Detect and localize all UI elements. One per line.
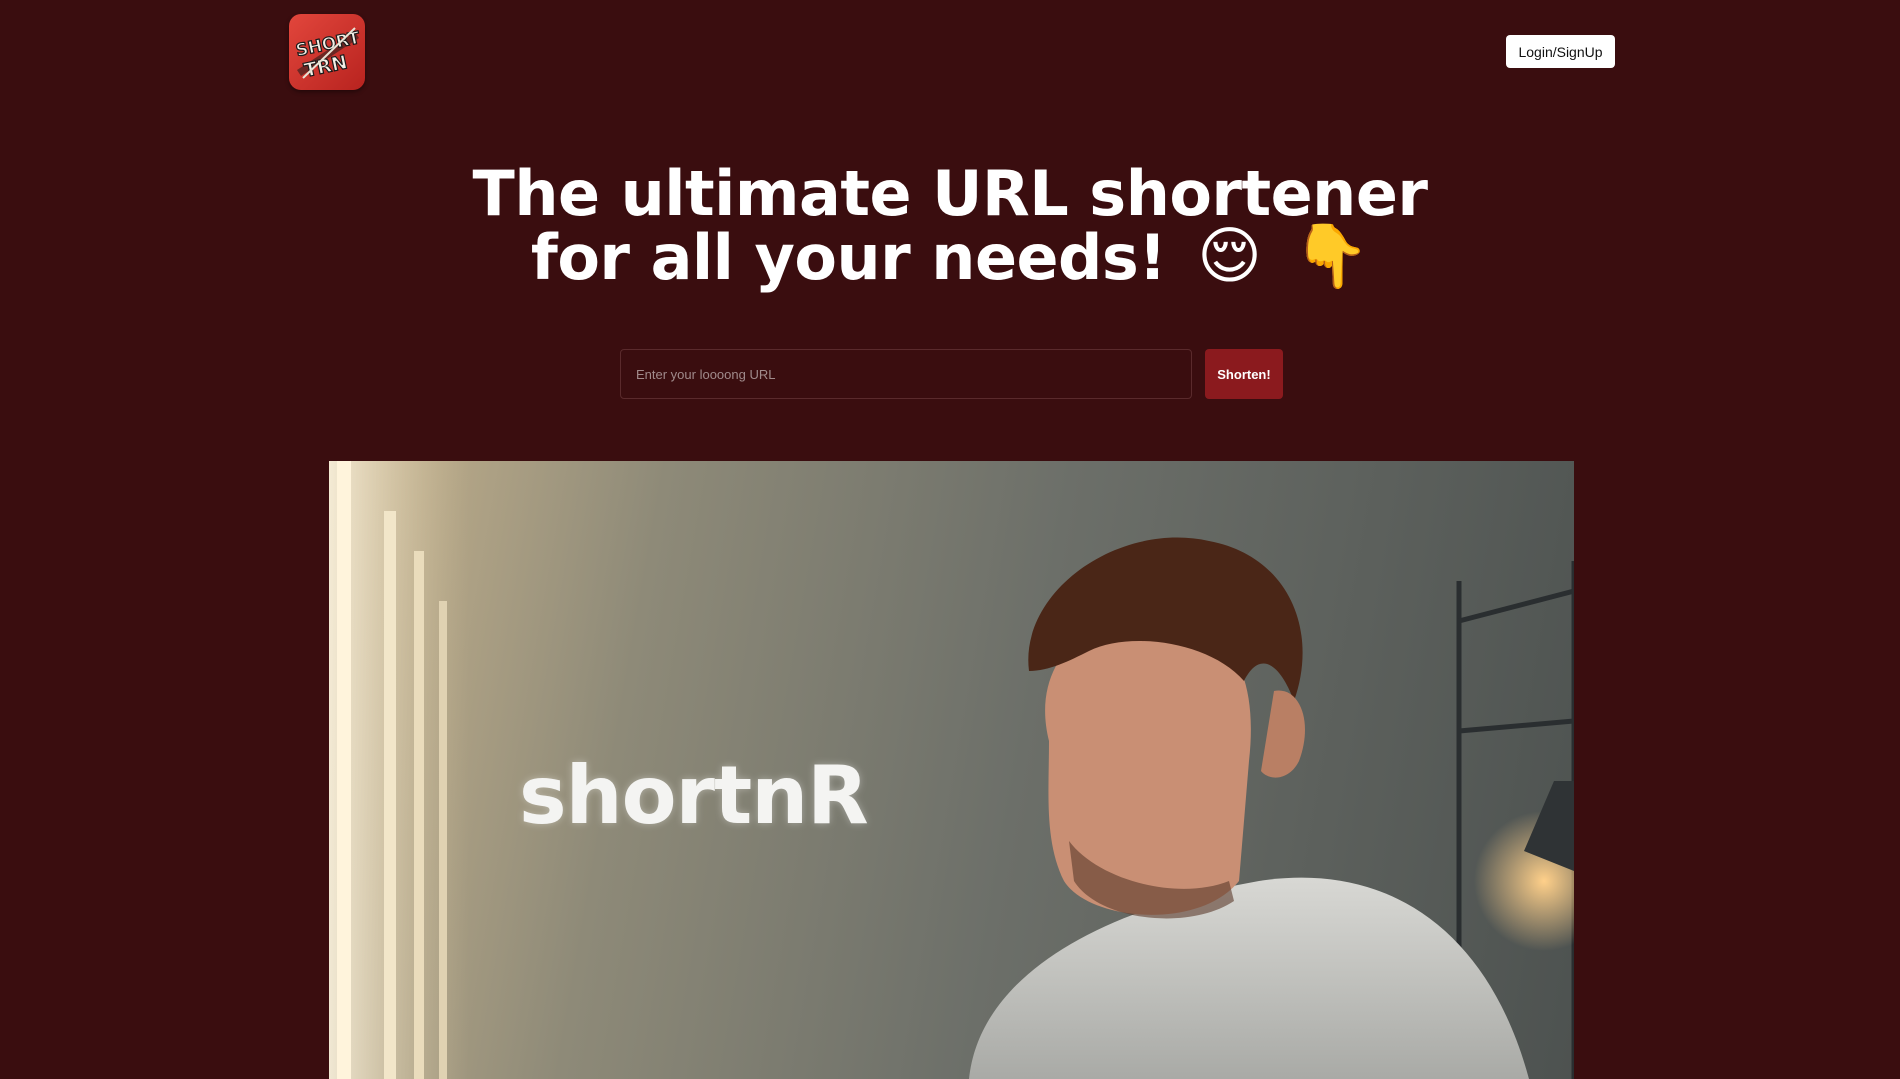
url-input[interactable] (620, 349, 1192, 399)
pointing-down-icon: 👇 (1292, 218, 1370, 292)
logo-graphic: SHORT TRN (294, 27, 363, 82)
login-signup-button[interactable]: Login/SignUp (1506, 35, 1615, 68)
headline-line-2: for all your needs! 😌 👇 (0, 218, 1900, 294)
hero-illustration (329, 461, 1574, 1079)
page-headline: The ultimate URL shortener for all your … (0, 162, 1900, 294)
hero-image: shortnR (329, 461, 1574, 1079)
logo[interactable]: SHORT TRN (289, 14, 365, 90)
hero-overlay-text: shortnR (519, 749, 869, 842)
headline-line-1: The ultimate URL shortener (472, 157, 1428, 230)
headline-line-2-text: for all your needs! (530, 221, 1167, 294)
shorten-button[interactable]: Shorten! (1205, 349, 1283, 399)
relieved-face-icon: 😌 (1197, 218, 1262, 292)
